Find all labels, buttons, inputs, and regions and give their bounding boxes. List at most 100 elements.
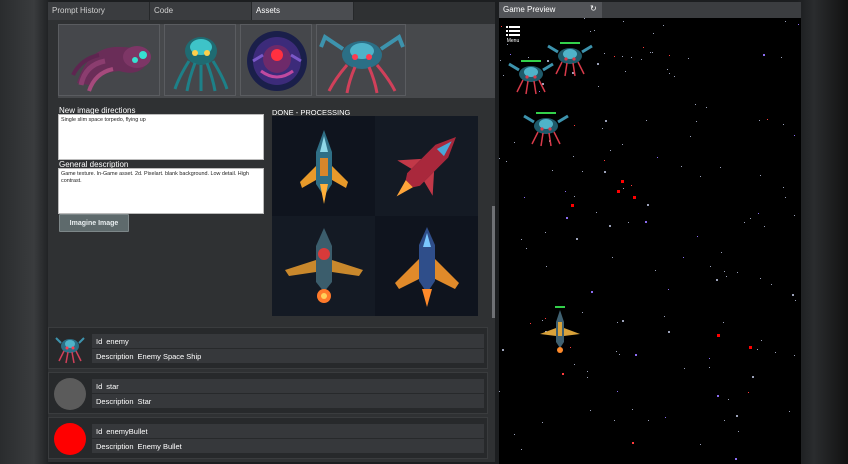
star-particle bbox=[668, 289, 669, 290]
editor-scrollbar[interactable] bbox=[492, 206, 495, 318]
enemy-bullet bbox=[621, 180, 624, 183]
star-particle bbox=[506, 161, 507, 162]
star-particle bbox=[764, 226, 765, 227]
star-particle bbox=[587, 371, 588, 372]
star-particle bbox=[562, 373, 564, 375]
star-particle bbox=[591, 291, 593, 293]
star-particle bbox=[709, 367, 710, 368]
menu-label: Menu bbox=[506, 38, 520, 44]
star-particle bbox=[735, 458, 737, 460]
star-particle bbox=[614, 420, 615, 421]
imagine-image-button[interactable]: Imagine Image bbox=[59, 214, 129, 232]
enemy-ship bbox=[508, 60, 554, 95]
star-particle bbox=[617, 322, 618, 323]
star-particle bbox=[631, 57, 632, 58]
star-particle bbox=[501, 26, 502, 27]
star-particle bbox=[546, 266, 547, 267]
star-particle bbox=[499, 158, 500, 159]
asset-description-value: Enemy Space Ship bbox=[137, 352, 202, 361]
hamburger-icon bbox=[506, 26, 520, 36]
star-particle bbox=[646, 120, 647, 121]
star-particle bbox=[748, 392, 749, 393]
asset-description-label: Description bbox=[96, 397, 134, 406]
star-particle bbox=[710, 266, 711, 267]
general-description-input[interactable]: Game texture. In-Game asset. 2d. Pixelar… bbox=[58, 168, 264, 214]
asset-id-label: Id bbox=[96, 427, 103, 436]
star-particle bbox=[545, 318, 546, 319]
generated-image-1[interactable] bbox=[272, 116, 375, 216]
star-particle bbox=[628, 222, 629, 223]
star-particle bbox=[664, 316, 665, 317]
game-canvas[interactable] bbox=[499, 18, 801, 464]
thumbnail-cyan-octopus[interactable] bbox=[164, 24, 236, 96]
star-particle bbox=[526, 248, 527, 249]
enemy-bullet bbox=[717, 334, 720, 337]
generated-image-3[interactable] bbox=[272, 216, 375, 316]
star-particle bbox=[794, 135, 795, 136]
asset-row-star[interactable]: Id star Description Star bbox=[48, 372, 488, 414]
generated-image-4[interactable] bbox=[375, 216, 478, 316]
tab-game-preview[interactable]: Game Preview ↻ bbox=[499, 2, 602, 18]
tab-bar-filler bbox=[354, 2, 495, 20]
asset-description-field[interactable]: Description Enemy Bullet bbox=[92, 439, 484, 453]
star-particle bbox=[690, 136, 691, 137]
star-particle bbox=[617, 391, 618, 392]
star-particle bbox=[612, 257, 613, 258]
asset-row-enemy-bullet[interactable]: Id enemyBullet Description Enemy Bullet bbox=[48, 417, 488, 459]
app-window: Prompt History Code Assets New image dir… bbox=[0, 0, 848, 464]
star-particle bbox=[542, 320, 543, 321]
star-particle bbox=[683, 257, 684, 258]
star-particle bbox=[760, 278, 761, 279]
star-particle bbox=[622, 144, 623, 145]
asset-id-field[interactable]: Id enemyBullet bbox=[92, 424, 484, 438]
tab-assets[interactable]: Assets bbox=[252, 2, 354, 20]
thumbnail-cyan-crab[interactable] bbox=[316, 24, 406, 96]
asset-description-field[interactable]: Description Star bbox=[92, 394, 484, 408]
asset-id-value: enemyBullet bbox=[106, 427, 148, 436]
star-particle bbox=[641, 59, 642, 60]
star-particle bbox=[542, 83, 544, 85]
asset-row-enemy[interactable]: Id enemy Description Enemy Space Ship bbox=[48, 327, 488, 369]
star-particle bbox=[542, 422, 543, 423]
star-particle bbox=[503, 75, 504, 76]
star-particle bbox=[653, 33, 654, 34]
star-particle bbox=[717, 395, 719, 397]
star-particle bbox=[574, 364, 575, 365]
thumbnail-red-orb[interactable] bbox=[240, 24, 312, 96]
game-preview-label: Game Preview bbox=[503, 5, 556, 14]
star-particle bbox=[726, 276, 727, 277]
enemy-bullet bbox=[633, 196, 636, 199]
star-particle bbox=[783, 187, 784, 188]
refresh-icon[interactable]: ↻ bbox=[590, 4, 597, 13]
generated-image-2[interactable] bbox=[375, 116, 478, 216]
asset-description-field[interactable]: Description Enemy Space Ship bbox=[92, 349, 484, 363]
star-particle bbox=[514, 434, 515, 435]
star-particle bbox=[665, 417, 666, 418]
tab-prompt-history[interactable]: Prompt History bbox=[48, 2, 150, 20]
star-particle bbox=[724, 420, 725, 421]
thumbnail-squid-creature[interactable] bbox=[58, 24, 160, 96]
menu-button[interactable]: Menu bbox=[505, 26, 521, 44]
star-particle bbox=[530, 323, 531, 324]
previous-images-strip bbox=[58, 24, 495, 98]
tab-code[interactable]: Code bbox=[150, 2, 252, 20]
star-particle bbox=[752, 376, 754, 378]
star-particle bbox=[609, 225, 611, 227]
star-particle bbox=[781, 57, 782, 58]
star-particle bbox=[524, 197, 525, 198]
star-particle bbox=[610, 150, 611, 151]
asset-id-label: Id bbox=[96, 337, 103, 346]
star-particle bbox=[738, 431, 739, 432]
star-particle bbox=[761, 340, 762, 341]
enemy-ship bbox=[523, 112, 569, 147]
star-particle bbox=[604, 171, 606, 173]
star-particle bbox=[643, 47, 644, 48]
star-particle bbox=[521, 449, 522, 450]
directions-input[interactable]: Single slim space torpedo, flying up bbox=[58, 114, 264, 160]
star-particle bbox=[574, 196, 575, 197]
generated-images-grid bbox=[272, 116, 478, 316]
asset-id-field[interactable]: Id star bbox=[92, 379, 484, 393]
asset-id-field[interactable]: Id enemy bbox=[92, 334, 484, 348]
star-particle bbox=[721, 252, 722, 253]
asset-description-label: Description bbox=[96, 442, 134, 451]
